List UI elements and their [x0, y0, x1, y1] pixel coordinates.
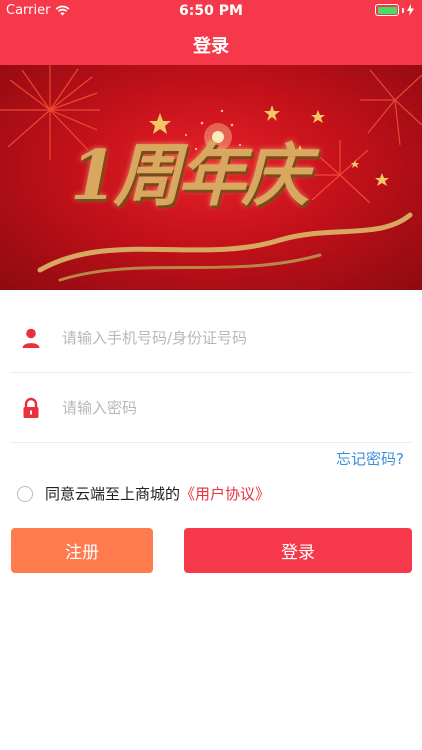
battery-indicator	[375, 4, 414, 16]
user-agreement-link[interactable]: 《用户协议》	[180, 483, 270, 504]
anniversary-banner: 1周年庆	[0, 65, 422, 290]
agreement-row: 同意云端至上商城的 《用户协议》	[17, 483, 270, 504]
agree-radio[interactable]	[17, 485, 33, 502]
status-time: 6:50 PM	[179, 3, 243, 19]
login-button[interactable]: 登录	[184, 528, 412, 573]
charging-bolt-icon	[407, 4, 414, 16]
page-title: 登录	[193, 36, 229, 57]
phone-field	[10, 303, 412, 373]
user-icon	[22, 328, 40, 348]
phone-input[interactable]	[62, 323, 402, 353]
navigation-bar: 登录	[0, 22, 422, 65]
banner-title: 1周年庆	[70, 136, 309, 216]
agree-text: 同意云端至上商城的	[45, 485, 181, 503]
password-field	[10, 373, 412, 443]
register-button[interactable]: 注册	[11, 528, 153, 573]
forgot-password-link[interactable]: 忘记密码?	[336, 448, 404, 469]
battery-icon	[375, 4, 399, 16]
password-input[interactable]	[62, 393, 402, 423]
status-bar: Carrier 6:50 PM	[0, 0, 422, 22]
lock-icon	[23, 397, 39, 418]
